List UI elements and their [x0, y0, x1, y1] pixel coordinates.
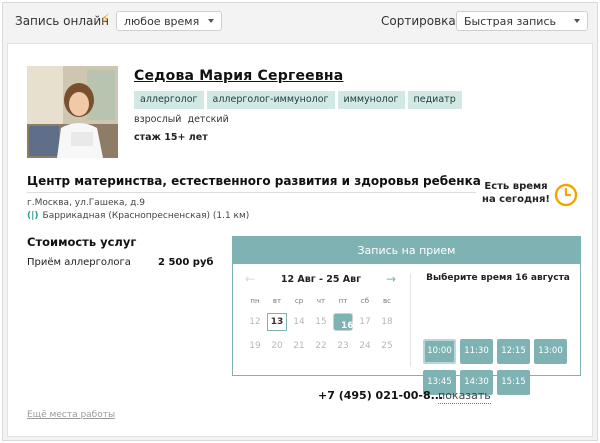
- clock-icon: [554, 183, 578, 207]
- time-slot-button[interactable]: 11:30: [460, 339, 493, 364]
- lightning-icon: ⚡: [101, 12, 111, 27]
- clinic-divider: [27, 192, 476, 193]
- sort-select[interactable]: Быстрая запись: [456, 11, 588, 31]
- calendar-day[interactable]: 15: [311, 313, 331, 331]
- show-phone-link[interactable]: показать: [438, 389, 491, 404]
- today-availability: Есть время на сегодня!: [478, 180, 554, 206]
- more-places-link[interactable]: Ещё места работы: [27, 410, 115, 420]
- metro-icon: (|): [27, 211, 39, 221]
- weekday-label: пн: [250, 297, 260, 305]
- age-groups: взрослый детский: [134, 114, 229, 125]
- online-booking-label: Запись онлайн: [15, 14, 110, 28]
- today-line-1: Есть время: [484, 181, 548, 192]
- date-calendar: ← 12 Авг - 25 Авг → пн вт ср чт пт сб вс 12 13 14…: [233, 264, 410, 375]
- calendar-day[interactable]: 20: [267, 337, 287, 355]
- doctor-card: Седова Мария Сергеевна аллерголог аллерг…: [7, 43, 593, 437]
- calendar-day[interactable]: 24: [355, 337, 375, 355]
- sort-select-value: Быстрая запись: [464, 15, 556, 28]
- today-line-2: на сегодня!: [482, 194, 550, 205]
- phone-number: +7 (495) 021-00-8...: [318, 389, 444, 402]
- specialty-tag[interactable]: иммунолог: [337, 91, 405, 109]
- arrow-right-icon[interactable]: →: [386, 272, 396, 286]
- calendar-day[interactable]: 22: [311, 337, 331, 355]
- weekday-label: ср: [294, 297, 304, 305]
- clinic-name[interactable]: Центр материнства, естественного развити…: [27, 174, 481, 188]
- booking-divider: [410, 273, 411, 367]
- calendar-day[interactable]: 23: [333, 337, 353, 355]
- calendar-day[interactable]: 18: [377, 313, 397, 331]
- calendar-day[interactable]: 13: [267, 313, 287, 331]
- calendar-day[interactable]: 16: [333, 313, 354, 331]
- calendar-day[interactable]: 12: [245, 313, 265, 331]
- specialty-tag[interactable]: педиатр: [407, 91, 462, 109]
- doctor-photo[interactable]: [27, 66, 118, 158]
- weekday-label: вт: [272, 297, 282, 305]
- chevron-down-icon: [208, 19, 214, 23]
- pick-time-title: Выберите время 16 августа: [426, 273, 570, 283]
- time-slot-button[interactable]: 13:00: [534, 339, 567, 364]
- page-frame: Запись онлайн ⚡ любое время Сортировка: …: [2, 2, 598, 441]
- time-slot-button[interactable]: 10:00: [423, 339, 456, 364]
- specialty-tag[interactable]: аллерголог-иммунолог: [206, 91, 335, 109]
- services-title: Стоимость услуг: [27, 235, 137, 249]
- chevron-down-icon: [574, 19, 580, 23]
- metro-station: (|) Баррикадная (Краснопресненская) (1.1 …: [27, 211, 249, 221]
- metro-name: Баррикадная (Краснопресненская) (1.1 км): [42, 211, 250, 221]
- clinic-address: г.Москва, ул.Гашека, д.9: [27, 198, 145, 208]
- date-range: 12 Авг - 25 Авг: [280, 274, 362, 285]
- experience-text: стаж 15+ лет: [134, 132, 208, 143]
- weekday-label: пт: [338, 297, 348, 305]
- filter-bar: Запись онлайн ⚡ любое время Сортировка: …: [3, 3, 597, 39]
- weekday-label: чт: [316, 297, 326, 305]
- time-select-value: любое время: [124, 15, 200, 28]
- arrow-left-icon[interactable]: ←: [245, 272, 255, 286]
- sort-label: Сортировка:: [381, 14, 460, 28]
- booking-header: Запись на прием: [233, 237, 580, 264]
- calendar-day[interactable]: 19: [245, 337, 265, 355]
- time-select[interactable]: любое время: [116, 11, 222, 31]
- service-price: 2 500 руб: [158, 257, 214, 268]
- weekday-label: вс: [383, 297, 391, 305]
- calendar-day[interactable]: 14: [289, 313, 309, 331]
- doctor-name-link[interactable]: Седова Мария Сергеевна: [134, 68, 343, 84]
- calendar-day[interactable]: 25: [377, 337, 397, 355]
- booking-widget: Запись на прием ← 12 Авг - 25 Авг → пн вт…: [232, 236, 581, 395]
- service-name: Приём аллерголога: [27, 257, 131, 268]
- specialty-tags: аллерголог аллерголог-иммунолог иммуноло…: [134, 91, 462, 109]
- time-slot-button[interactable]: 12:15: [497, 339, 530, 364]
- calendar-day[interactable]: 17: [355, 313, 375, 331]
- weekday-label: сб: [360, 297, 370, 305]
- time-slot-button[interactable]: 15:15: [497, 370, 530, 395]
- specialty-tag[interactable]: аллерголог: [134, 91, 204, 109]
- calendar-day[interactable]: 21: [289, 337, 309, 355]
- doctor-photo-image: [27, 66, 118, 158]
